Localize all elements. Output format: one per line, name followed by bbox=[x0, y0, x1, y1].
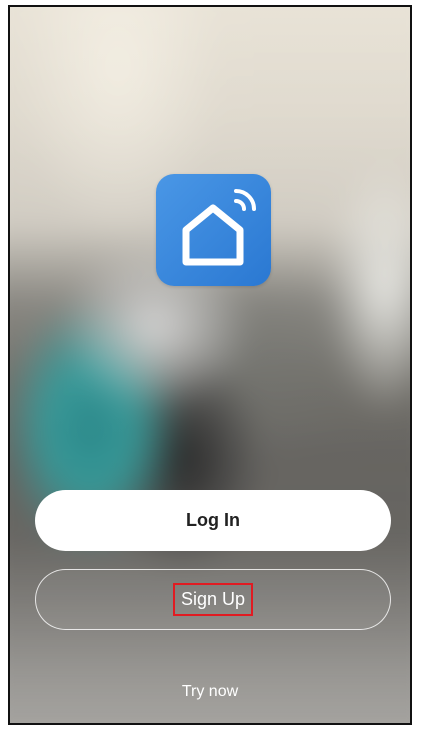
try-now-link[interactable]: Try now bbox=[10, 683, 410, 701]
house-wifi-glyph bbox=[182, 189, 256, 266]
smart-home-icon bbox=[156, 174, 271, 286]
phone-frame: Log In Sign Up Try now bbox=[8, 5, 412, 725]
login-button[interactable]: Log In bbox=[35, 490, 391, 551]
signup-button[interactable]: Sign Up bbox=[35, 569, 391, 630]
signup-label-highlight: Sign Up bbox=[172, 583, 254, 616]
